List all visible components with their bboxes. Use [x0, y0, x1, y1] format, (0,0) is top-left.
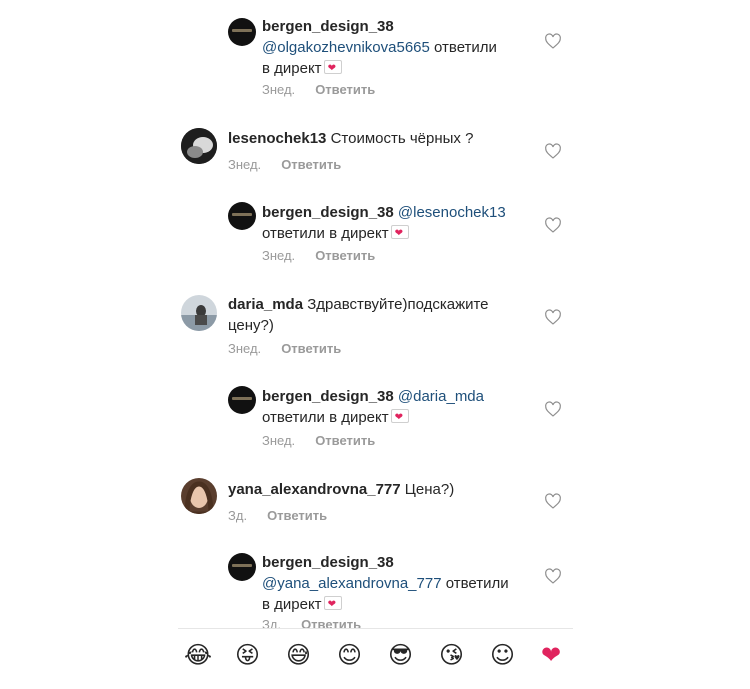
- relaxed-emoji-icon[interactable]: ☺: [490, 640, 515, 670]
- username[interactable]: bergen_design_38: [262, 204, 394, 221]
- reply-button[interactable]: Ответить: [315, 433, 375, 448]
- comment-body: ответили: [434, 39, 497, 56]
- comment-feed: bergen_design_38 @olgakozhevnikova5665 о…: [0, 0, 750, 628]
- comment-body: в директ: [262, 596, 322, 613]
- comment-time: Знед.: [262, 82, 296, 97]
- avatar[interactable]: [228, 18, 256, 46]
- heart-outline-icon: [545, 309, 561, 325]
- heart-envelope-icon: [323, 594, 342, 615]
- comment-meta: Знед. Ответить: [262, 82, 375, 97]
- mention-link[interactable]: @daria_mda: [398, 388, 484, 405]
- avatar[interactable]: [228, 386, 256, 414]
- heart-outline-icon: [545, 33, 561, 49]
- like-button[interactable]: [544, 493, 562, 509]
- username[interactable]: bergen_design_38: [262, 18, 394, 35]
- comment-text: bergen_design_38 @daria_mda ответили в д…: [262, 386, 532, 428]
- comment-text: lesenochek13 Стоимость чёрных ?: [228, 128, 538, 149]
- comment-time: Зд.: [228, 508, 248, 523]
- heart-envelope-icon: [390, 223, 409, 244]
- comment-meta: Знед. Ответить: [228, 157, 341, 172]
- comment-body: ответили в директ: [262, 225, 389, 242]
- like-button[interactable]: [544, 217, 562, 233]
- reply-button[interactable]: Ответить: [281, 157, 341, 172]
- emoji-bar-divider: [178, 628, 573, 629]
- emoji-quick-bar: 😂 😝 😅 😊 😎 😘 ☺ ❤: [178, 636, 573, 680]
- smile-emoji-icon[interactable]: 😊: [337, 640, 362, 670]
- heart-envelope-icon: [390, 407, 409, 428]
- heart-envelope-icon: [323, 58, 342, 79]
- tongue-out-emoji-icon[interactable]: 😝: [235, 640, 260, 670]
- like-button[interactable]: [544, 143, 562, 159]
- comment-meta: Знед. Ответить: [228, 341, 341, 356]
- comment-time: Знед.: [228, 157, 262, 172]
- comment-time: Зд.: [262, 617, 282, 628]
- comment-body: Стоимость чёрных ?: [330, 130, 474, 147]
- comment-text: yana_alexandrovna_777 Цена?): [228, 479, 538, 500]
- comment-body: Цена?): [404, 481, 455, 498]
- red-heart-emoji-icon[interactable]: ❤: [541, 640, 561, 670]
- avatar[interactable]: [228, 553, 256, 581]
- heart-outline-icon: [545, 568, 561, 584]
- avatar-image: [181, 295, 217, 331]
- reply-button[interactable]: Ответить: [315, 248, 375, 263]
- like-button[interactable]: [544, 568, 562, 584]
- comment-text: bergen_design_38 @lesenochek13 ответили …: [262, 202, 532, 244]
- heart-outline-icon: [545, 143, 561, 159]
- comment-time: Знед.: [228, 341, 262, 356]
- username[interactable]: yana_alexandrovna_777: [228, 481, 401, 498]
- comment-body: ответили в директ: [262, 409, 389, 426]
- mention-link[interactable]: @olgakozhevnikova5665: [262, 39, 430, 56]
- avatar[interactable]: [181, 478, 217, 514]
- comment-meta: Зд. Ответить: [228, 508, 327, 523]
- avatar-image: [181, 478, 217, 514]
- like-button[interactable]: [544, 33, 562, 49]
- comment-meta: Знед. Ответить: [262, 433, 375, 448]
- heart-outline-icon: [545, 217, 561, 233]
- tears-of-joy-emoji-icon[interactable]: 😂: [184, 640, 212, 670]
- comment-text: daria_mda Здравствуйте)подскажите цену?): [228, 294, 538, 336]
- reply-button[interactable]: Ответить: [315, 82, 375, 97]
- like-button[interactable]: [544, 309, 562, 325]
- avatar[interactable]: [228, 202, 256, 230]
- username[interactable]: lesenochek13: [228, 130, 326, 147]
- comment-time: Знед.: [262, 433, 296, 448]
- like-button[interactable]: [544, 401, 562, 417]
- username[interactable]: bergen_design_38: [262, 554, 394, 571]
- comment-body: цену?): [228, 317, 274, 334]
- mention-link[interactable]: @lesenochek13: [398, 204, 506, 221]
- avatar-image: [181, 128, 217, 164]
- reply-button[interactable]: Ответить: [281, 341, 341, 356]
- kiss-emoji-icon[interactable]: 😘: [439, 640, 464, 670]
- heart-outline-icon: [545, 493, 561, 509]
- comment-time: Знед.: [262, 248, 296, 263]
- avatar[interactable]: [181, 128, 217, 164]
- sweat-smile-emoji-icon[interactable]: 😅: [286, 640, 311, 670]
- comment-text: bergen_design_38 @olgakozhevnikova5665 о…: [262, 16, 532, 79]
- comment-body: ответили: [445, 575, 509, 592]
- sunglasses-emoji-icon[interactable]: 😎: [388, 640, 413, 670]
- reply-button[interactable]: Ответить: [267, 508, 327, 523]
- reply-button[interactable]: Ответить: [301, 617, 361, 628]
- avatar[interactable]: [181, 295, 217, 331]
- heart-outline-icon: [545, 401, 561, 417]
- mention-link[interactable]: @yana_alexandrovna_777: [262, 575, 442, 592]
- username[interactable]: bergen_design_38: [262, 388, 394, 405]
- comment-meta: Зд. Ответить: [262, 617, 361, 628]
- comment-body: в директ: [262, 60, 322, 77]
- comment-body: Здравствуйте)подскажите: [307, 296, 489, 313]
- username[interactable]: daria_mda: [228, 296, 303, 313]
- comment-meta: Знед. Ответить: [262, 248, 375, 263]
- comment-text: bergen_design_38 @yana_alexandrovna_777 …: [262, 552, 532, 615]
